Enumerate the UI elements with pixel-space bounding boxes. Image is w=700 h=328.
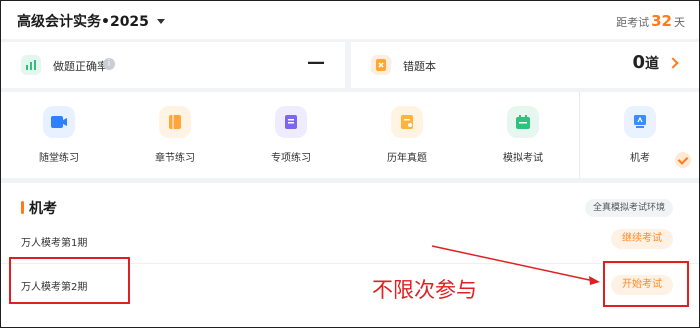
exam-countdown: 距考试 32 天 — [616, 12, 685, 30]
accuracy-value: — — [307, 52, 325, 73]
list-item: 万人模考第2期 开始考试 — [1, 263, 699, 303]
tool-mock-exam[interactable]: 模拟考试 — [465, 92, 581, 178]
countdown-days: 32 — [651, 12, 672, 30]
tool-special-practice[interactable]: 专项练习 — [233, 92, 349, 178]
wrong-count: 0道 — [632, 52, 659, 73]
book-icon — [159, 106, 191, 138]
section-accent-bar — [21, 201, 24, 214]
tool-label: 随堂练习 — [39, 153, 79, 164]
course-selector[interactable]: 高级会计实务•2025 — [17, 11, 165, 31]
section-title: 机考 — [29, 201, 57, 217]
course-title: 高级会计实务•2025 — [17, 14, 149, 30]
wrong-book-icon — [371, 55, 391, 75]
exam-paper-icon — [391, 106, 423, 138]
practice-tools: 随堂练习 章节练习 专项练习 历年真题 模拟考试 机考 — [1, 92, 699, 178]
countdown-prefix: 距考试 — [616, 16, 650, 29]
wrong-count-value: 0 — [632, 52, 645, 73]
list-item: 万人模考第1期 继续考试 — [1, 220, 699, 260]
video-icon — [43, 106, 75, 138]
countdown-suffix: 天 — [674, 16, 685, 29]
tool-label: 专项练习 — [271, 153, 311, 164]
chart-bars-icon — [21, 55, 41, 75]
wrong-questions-card[interactable]: 错题本 0道 — [351, 42, 699, 88]
tool-label: 历年真题 — [387, 153, 427, 164]
wrong-count-unit: 道 — [645, 56, 659, 72]
tool-past-exams[interactable]: 历年真题 — [349, 92, 465, 178]
caret-down-icon — [156, 18, 165, 24]
accuracy-label: 做题正确率 — [53, 60, 108, 73]
checkmark-icon — [675, 152, 691, 168]
tool-chapter-practice[interactable]: 章节练习 — [117, 92, 233, 178]
full-simulation-env-button[interactable]: 全真模拟考试环境 — [584, 199, 673, 217]
tool-computer-exam[interactable]: 机考 — [579, 92, 699, 178]
calendar-icon — [507, 106, 539, 138]
info-icon[interactable]: i — [103, 58, 115, 70]
exam-name: 万人模考第1期 — [21, 238, 88, 249]
tool-label: 章节练习 — [155, 153, 195, 164]
document-icon — [275, 106, 307, 138]
tool-label: 模拟考试 — [503, 153, 543, 164]
wrong-book-label: 错题本 — [403, 60, 436, 73]
tool-in-class-practice[interactable]: 随堂练习 — [1, 92, 117, 178]
exam-name: 万人模考第2期 — [21, 282, 88, 293]
continue-exam-button[interactable]: 继续考试 — [611, 229, 673, 249]
computer-exam-section: 机考 全真模拟考试环境 万人模考第1期 继续考试 万人模考第2期 开始考试 — [1, 183, 699, 327]
annotation-note: 不限次参与 — [372, 278, 477, 302]
computer-icon — [624, 106, 656, 138]
chevron-right-icon[interactable] — [667, 57, 679, 69]
top-header: 高级会计实务•2025 距考试 32 天 — [1, 1, 699, 39]
accuracy-card: 做题正确率 i — — [1, 42, 345, 88]
start-exam-button[interactable]: 开始考试 — [611, 275, 673, 295]
